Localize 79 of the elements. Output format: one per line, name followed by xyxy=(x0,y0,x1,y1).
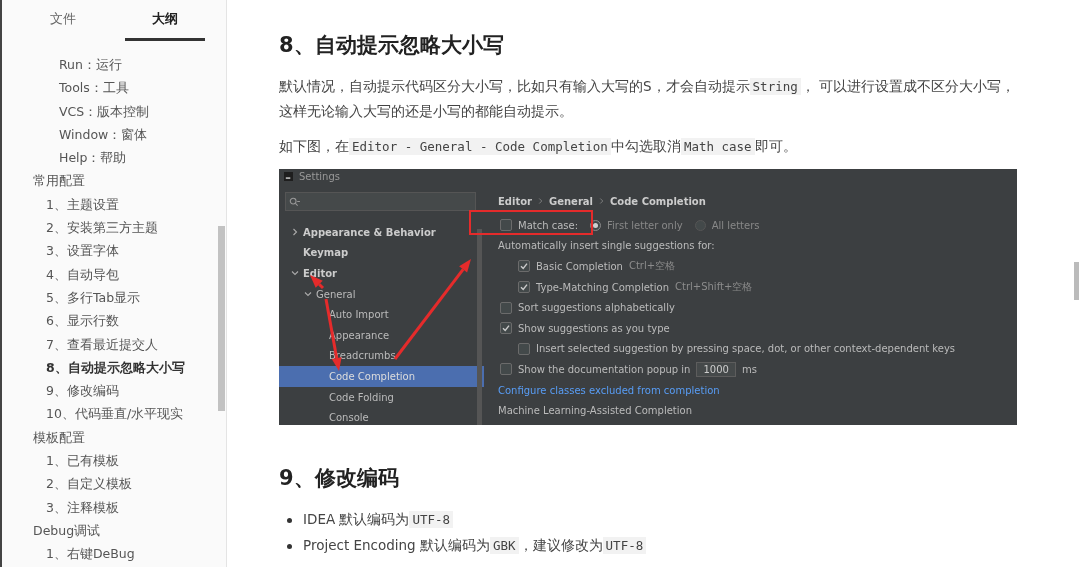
option-label: Sort suggestions alphabetically xyxy=(518,302,675,314)
outline-item[interactable]: 6、显示行数 xyxy=(2,309,119,333)
tree-item[interactable]: Appearance & Behavior xyxy=(279,222,484,243)
checkbox[interactable] xyxy=(500,301,512,314)
unit-label: ms xyxy=(741,363,757,375)
tree-item[interactable]: General xyxy=(279,283,484,305)
scrollbar-thumb[interactable] xyxy=(218,226,225,411)
breadcrumb[interactable]: Editor xyxy=(498,195,532,207)
outline-item[interactable]: 9、修改编码 xyxy=(2,379,119,403)
tree-item[interactable]: Editor xyxy=(279,263,484,284)
app-icon xyxy=(284,171,293,181)
section-heading: 8、自动提示忽略大小写 xyxy=(279,32,505,59)
outline-item[interactable]: 3、注释模板 xyxy=(2,495,119,519)
outline-item[interactable]: 模板配置 xyxy=(2,425,85,450)
chevron-down-icon xyxy=(304,290,312,299)
outline-item[interactable]: Tools：工具 xyxy=(2,76,129,100)
outline-item[interactable]: 3、设置字体 xyxy=(2,239,119,263)
tree-item[interactable]: Code Completion xyxy=(279,366,484,387)
sidebar-tab[interactable]: 文件 xyxy=(23,0,103,41)
option-label: Insert selected suggestion by pressing space, dot, or other context-dependent keys xyxy=(536,343,956,355)
outline-item[interactable]: 2、安装第三方主题 xyxy=(2,216,158,240)
tree-item[interactable]: Console xyxy=(279,407,484,425)
breadcrumb[interactable]: Code Completion xyxy=(610,195,706,207)
paragraph: 默认情况，自动提示代码区分大小写，比如只有输入大写的S，才会自动提示 String ， 可以进行设置成不区分大小写，这样无论输入大写的还是小写的都能自动提示。 xyxy=(279,77,1017,121)
outline-item[interactable]: 4、自动导包 xyxy=(2,262,119,286)
outline-item[interactable]: 1、已有模板 xyxy=(2,449,119,473)
breadcrumb[interactable]: General xyxy=(549,195,593,207)
checkbox[interactable] xyxy=(518,260,530,273)
radio-label: All letters xyxy=(711,219,760,231)
option-label: Match case: xyxy=(518,219,579,231)
chevron-right-icon xyxy=(291,228,299,237)
bullet-icon xyxy=(287,543,292,549)
section-label: Machine Learning-Assisted Completion xyxy=(498,405,692,417)
outline-item[interactable]: 10、代码垂直/水平现实 xyxy=(2,402,184,426)
search-icon xyxy=(289,197,300,206)
bullet-icon xyxy=(287,517,292,523)
option-label: Basic Completion xyxy=(536,261,623,272)
paragraph: 如下图，在 Editor - General - Code Completion 中勾选取消 Math case 即可。 xyxy=(279,137,798,157)
outline-item[interactable]: 1、主题设置 xyxy=(2,192,119,217)
radio-button[interactable] xyxy=(590,219,602,231)
chevron-right-icon xyxy=(599,197,604,205)
checkbox[interactable] xyxy=(500,363,512,376)
outline-item[interactable]: 5、多行Tab显示 xyxy=(2,285,141,310)
option-label: Show suggestions as you type xyxy=(518,322,670,334)
shortcut-hint: Ctrl+空格 xyxy=(628,259,676,274)
outline-item[interactable]: 2、自定义模板 xyxy=(2,472,132,496)
list-item: IDEA 默认编码为 UTF-8 xyxy=(303,511,454,529)
group-label: Automatically insert single suggestions for: xyxy=(498,240,715,252)
shortcut-hint: Ctrl+Shift+空格 xyxy=(675,280,753,295)
search-field[interactable] xyxy=(285,192,476,211)
outline-item[interactable]: Debug调试 xyxy=(2,518,101,543)
outline-item[interactable]: VCS：版本控制 xyxy=(2,99,150,123)
checkbox[interactable] xyxy=(518,281,530,294)
checkbox[interactable] xyxy=(500,219,512,232)
link[interactable]: Configure classes excluded from completion xyxy=(498,384,720,396)
tree-item[interactable]: Auto Import xyxy=(279,304,484,325)
radio-label: First letter only xyxy=(607,219,683,231)
option-label: Show the documentation popup in xyxy=(518,363,691,375)
outline-item[interactable]: Window：窗体 xyxy=(2,122,148,147)
checkbox[interactable] xyxy=(518,342,530,355)
chevron-right-icon xyxy=(538,197,543,205)
outline-item[interactable]: 1、右键DeBug xyxy=(2,542,135,566)
checkbox[interactable] xyxy=(500,322,512,335)
window-title: Settings xyxy=(299,170,340,182)
chevron-down-icon xyxy=(291,269,299,278)
outline-item[interactable]: 7、查看最近提交人 xyxy=(2,332,158,356)
tree-item[interactable]: Keymap xyxy=(279,242,484,264)
section-heading: 9、修改编码 xyxy=(279,465,400,492)
option-label: Type-Matching Completion xyxy=(536,281,669,293)
list-item: Project Encoding 默认编码为 GBK ，建议修改为 UTF-8 xyxy=(303,537,647,555)
outline-item[interactable]: 常用配置 xyxy=(2,169,85,193)
tree-item[interactable]: Code Folding xyxy=(279,386,484,408)
outline-item[interactable]: 8、自动提示忽略大小写 xyxy=(2,355,185,380)
sidebar-tab[interactable]: 大纲 xyxy=(125,0,205,41)
scrollbar-thumb[interactable] xyxy=(1074,262,1079,300)
number-field[interactable]: 1000 xyxy=(696,361,736,377)
outline-item[interactable]: Run：运行 xyxy=(2,53,122,77)
outline-item[interactable]: Help：帮助 xyxy=(2,146,127,170)
arrow xyxy=(310,275,325,290)
